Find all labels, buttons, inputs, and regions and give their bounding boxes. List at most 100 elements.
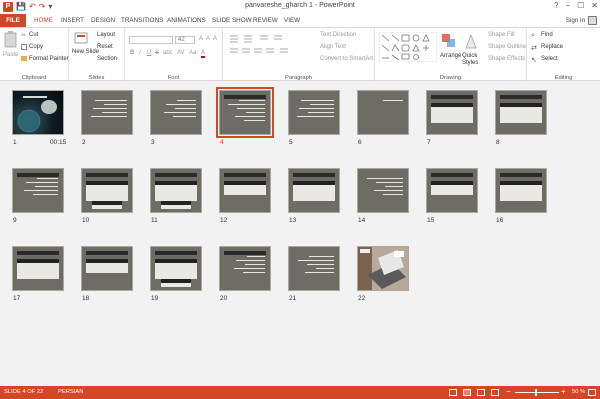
- help-icon[interactable]: ?: [554, 1, 558, 10]
- zoom-in-button[interactable]: +: [561, 387, 566, 396]
- quick-styles-icon[interactable]: [464, 32, 478, 50]
- underline-button[interactable]: U: [147, 50, 151, 56]
- section-button[interactable]: Section: [97, 56, 117, 62]
- reset-button[interactable]: Reset: [97, 44, 113, 50]
- normal-view-icon[interactable]: [449, 389, 457, 396]
- change-case-button[interactable]: Aa: [189, 50, 196, 56]
- tab-view[interactable]: VIEW: [284, 15, 300, 26]
- paste-icon[interactable]: [4, 31, 18, 49]
- slide-sorter-view-icon[interactable]: [463, 389, 471, 396]
- slide-thumbnail[interactable]: [219, 246, 271, 291]
- tab-file[interactable]: FILE: [0, 14, 26, 27]
- arrange-icon[interactable]: [441, 32, 457, 50]
- slide-thumbnail[interactable]: [219, 168, 271, 213]
- minimize-button[interactable]: −: [565, 1, 570, 10]
- slide-thumbnail[interactable]: [357, 90, 409, 135]
- paragraph-controls-icon[interactable]: [228, 34, 313, 56]
- arrange-button[interactable]: Arrange: [440, 53, 461, 59]
- slideshow-view-icon[interactable]: [491, 389, 499, 396]
- slide-thumbnail[interactable]: [81, 246, 133, 291]
- replace-button[interactable]: Replace: [541, 44, 563, 50]
- slide-thumbnail[interactable]: [150, 90, 202, 135]
- tab-insert[interactable]: INSERT: [61, 15, 84, 26]
- copy-icon: [21, 44, 27, 50]
- slide-thumbnail[interactable]: [81, 90, 133, 135]
- format-painter-button[interactable]: Format Painter: [29, 56, 69, 62]
- text-line: [297, 116, 334, 117]
- tab-home[interactable]: HOME: [34, 15, 53, 26]
- shadow-button[interactable]: abc: [163, 50, 173, 56]
- char-spacing-button[interactable]: AV: [177, 50, 185, 56]
- text-line: [305, 272, 334, 273]
- fit-to-window-icon[interactable]: [588, 389, 596, 396]
- zoom-level[interactable]: 50 %: [572, 389, 585, 395]
- slide-number: 18: [82, 295, 90, 302]
- slide-thumbnail[interactable]: [12, 246, 64, 291]
- slide-thumbnail[interactable]: [288, 90, 340, 135]
- clear-formatting-button[interactable]: A: [213, 36, 217, 42]
- new-slide-button[interactable]: New Slide: [72, 49, 99, 55]
- tab-transitions[interactable]: TRANSITIONS: [121, 15, 163, 26]
- slide-thumbnail[interactable]: [81, 168, 133, 213]
- text-line: [166, 104, 196, 105]
- shapes-gallery-icon[interactable]: [379, 32, 437, 62]
- slide-thumbnail[interactable]: [12, 90, 64, 135]
- text-direction-button[interactable]: Text Direction: [320, 32, 356, 38]
- zoom-slider-thumb[interactable]: [535, 389, 537, 396]
- find-button[interactable]: Find: [541, 32, 553, 38]
- slide-thumbnail[interactable]: [495, 168, 547, 213]
- slide-thumbnail[interactable]: [216, 87, 274, 138]
- slide-number: 15: [427, 217, 435, 224]
- slide-number: 5: [289, 139, 293, 146]
- slide-thumbnail[interactable]: [288, 168, 340, 213]
- avatar[interactable]: [588, 16, 597, 25]
- sign-in-link[interactable]: Sign in: [566, 15, 585, 26]
- text-line: [173, 116, 196, 117]
- strikethrough-button[interactable]: S: [155, 50, 159, 56]
- shape-outline-button[interactable]: Shape Outline: [488, 44, 526, 50]
- slide-thumbnail[interactable]: [357, 246, 409, 291]
- font-color-button[interactable]: A: [201, 50, 206, 58]
- slide-thumbnail[interactable]: [426, 90, 478, 135]
- slide-thumbnail[interactable]: [150, 168, 202, 213]
- layout-button[interactable]: Layout: [97, 32, 115, 38]
- slide-thumbnail[interactable]: [426, 168, 478, 213]
- cut-button[interactable]: Cut: [29, 32, 38, 38]
- shape-fill-button[interactable]: Shape Fill: [488, 32, 515, 38]
- font-name-input[interactable]: [129, 36, 173, 44]
- new-slide-icon[interactable]: [74, 31, 88, 47]
- slide-thumbnail[interactable]: [357, 168, 409, 213]
- zoom-slider[interactable]: [515, 392, 559, 393]
- text-line: [33, 194, 58, 195]
- italic-button[interactable]: I: [139, 50, 141, 56]
- quick-styles-button[interactable]: Quick Styles: [462, 53, 484, 67]
- table-body: [17, 263, 59, 279]
- slide-thumbnail[interactable]: [495, 90, 547, 135]
- close-button[interactable]: ✕: [591, 1, 598, 10]
- slide-title-bar: [293, 173, 335, 177]
- brush-icon: [21, 56, 27, 61]
- reading-view-icon[interactable]: [477, 389, 485, 396]
- tab-slide-show[interactable]: SLIDE SHOW: [212, 15, 252, 26]
- shrink-font-button[interactable]: A: [206, 36, 210, 42]
- paste-button[interactable]: Paste: [3, 52, 18, 58]
- shape-effects-button[interactable]: Shape Effects: [488, 56, 525, 62]
- tab-design[interactable]: DESIGN: [91, 15, 115, 26]
- slide-thumbnail[interactable]: [150, 246, 202, 291]
- align-text-button[interactable]: Align Text: [320, 44, 346, 50]
- convert-smartart-button[interactable]: Convert to SmartArt: [320, 56, 373, 62]
- slide-thumbnail[interactable]: [12, 168, 64, 213]
- grow-font-button[interactable]: A: [199, 36, 203, 42]
- zoom-out-button[interactable]: −: [506, 387, 511, 396]
- select-button[interactable]: Select: [541, 56, 558, 62]
- table-body: [86, 185, 128, 201]
- tab-review[interactable]: REVIEW: [253, 15, 278, 26]
- slide-number: 19: [151, 295, 159, 302]
- copy-button[interactable]: Copy: [29, 44, 43, 50]
- maximize-button[interactable]: ☐: [577, 1, 584, 10]
- font-size-input[interactable]: 42: [175, 36, 195, 44]
- slide-thumbnail[interactable]: [288, 246, 340, 291]
- tab-animations[interactable]: ANIMATIONS: [167, 15, 206, 26]
- bold-button[interactable]: B: [130, 50, 134, 56]
- language-indicator[interactable]: PERSIAN: [58, 389, 83, 395]
